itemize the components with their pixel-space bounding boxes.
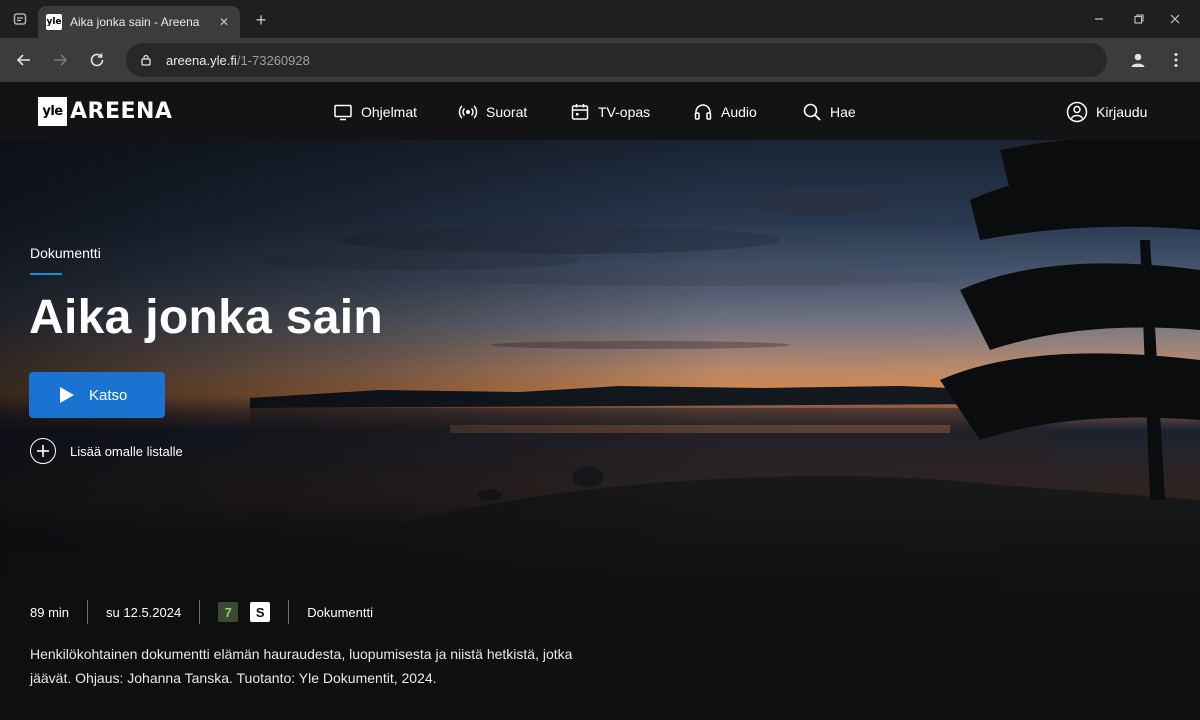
profile-icon[interactable] [1126, 48, 1150, 72]
broadcast-icon [458, 105, 478, 119]
meta-divider [288, 600, 290, 624]
address-bar[interactable]: areena.yle.fi/1-73260928 [126, 43, 1107, 77]
nav-tv-opas-label: TV-opas [598, 104, 651, 120]
nav-audio[interactable]: Audio [693, 100, 757, 124]
user-circle-icon [1066, 101, 1088, 123]
browser-toolbar: areena.yle.fi/1-73260928 [0, 38, 1200, 82]
login-label: Kirjaudu [1096, 104, 1148, 120]
meta-divider [199, 600, 201, 624]
url-path: /1-73260928 [236, 52, 310, 68]
tab-search-icon[interactable] [8, 8, 32, 30]
nav-suorat[interactable]: Suorat [458, 100, 527, 124]
yle-logo-mark: yle [38, 97, 67, 126]
login-button[interactable]: Kirjaudu [1066, 100, 1147, 124]
minimize-icon[interactable] [1088, 8, 1110, 30]
add-to-list-button[interactable]: Lisää omalle listalle [30, 438, 183, 464]
tab-title: Aika jonka sain - Areena [70, 15, 200, 29]
back-arrow-icon[interactable] [12, 48, 36, 72]
search-icon [803, 103, 821, 121]
play-button-label: Katso [89, 386, 128, 404]
areena-wordmark: AREENA [70, 99, 173, 124]
nav-hae[interactable]: Hae [802, 100, 856, 124]
add-to-list-label: Lisää omalle listalle [70, 443, 183, 459]
program-description: Henkilökohtainen dokumentti elämän haura… [30, 646, 573, 686]
genre-label[interactable]: Dokumentti [30, 245, 101, 261]
duration: 89 min [30, 604, 70, 620]
genre-underline [30, 273, 62, 275]
age-rating-badge: 7 [218, 602, 239, 622]
plus-icon [30, 438, 56, 464]
calendar-icon [571, 104, 589, 120]
areena-header: yle AREENA Ohjelmat Suorat TV-opas Audio… [0, 82, 1200, 140]
program-hero: Dokumentti Aika jonka sain Katso Lisää o… [0, 140, 1200, 720]
category-label: Dokumentti [307, 604, 373, 620]
browser-tab-bar: yle Aika jonka sain - Areena ✕ + [0, 0, 1200, 38]
new-tab-icon[interactable]: + [250, 9, 272, 31]
headphones-icon [694, 104, 712, 120]
play-icon [60, 387, 74, 403]
nav-ohjelmat[interactable]: Ohjelmat [333, 100, 417, 124]
nav-ohjelmat-label: Ohjelmat [361, 104, 418, 120]
program-title: Aika jonka sain [29, 291, 383, 344]
browser-tab-active[interactable]: yle Aika jonka sain - Areena ✕ [38, 6, 240, 38]
site-info-icon[interactable] [138, 52, 154, 68]
nav-hae-label: Hae [830, 104, 856, 120]
restore-icon[interactable] [1128, 8, 1150, 30]
reload-icon[interactable] [85, 48, 109, 72]
tv-icon [334, 104, 352, 121]
nav-suorat-label: Suorat [486, 104, 528, 120]
close-window-icon[interactable] [1164, 8, 1186, 30]
nav-tv-opas[interactable]: TV-opas [570, 100, 650, 124]
url-host: areena.yle.fi [166, 52, 237, 68]
meta-divider [87, 600, 89, 624]
forward-arrow-icon[interactable] [48, 48, 72, 72]
tab-close-icon[interactable]: ✕ [216, 14, 232, 30]
subtitle-s-badge: S [250, 602, 271, 622]
play-button[interactable]: Katso [29, 372, 165, 418]
yle-areena-logo[interactable]: yle AREENA [38, 97, 172, 126]
program-meta: 89 min su 12.5.2024 7 S Dokumentti [30, 598, 373, 626]
kebab-menu-icon[interactable] [1164, 48, 1188, 72]
yle-favicon-icon: yle [46, 14, 62, 30]
nav-audio-label: Audio [721, 104, 757, 120]
broadcast-date: su 12.5.2024 [106, 604, 182, 620]
